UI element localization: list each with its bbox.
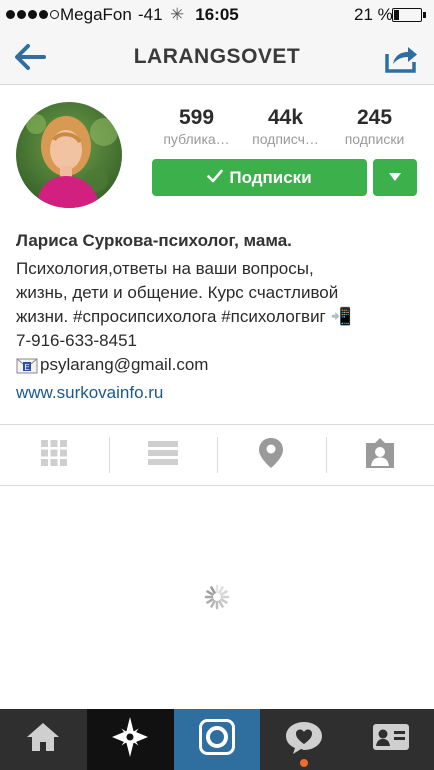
avatar[interactable] — [16, 102, 122, 208]
following-count-stat[interactable]: 245 подписки — [330, 106, 419, 148]
envelope-icon: E — [16, 357, 38, 374]
grid-icon — [41, 439, 68, 471]
following-count: 245 — [356, 106, 393, 129]
location-pin-icon — [258, 437, 284, 474]
following-label: подписки — [344, 131, 405, 147]
tab-home[interactable] — [0, 709, 87, 770]
battery-percent: 21 % — [354, 5, 393, 24]
checkmark-icon — [207, 168, 224, 188]
activity-heart-bubble-icon — [285, 720, 323, 759]
email-text[interactable]: psylarang@gmail.com — [40, 353, 208, 377]
status-bar: MegaFon -41 ✳ 16:05 21 % — [0, 0, 434, 30]
profile-full-name: Лариса Суркова-психолог, мама. — [16, 231, 292, 250]
home-icon — [26, 722, 60, 757]
profile-card-icon — [372, 723, 410, 756]
list-view-toggle[interactable] — [108, 425, 218, 485]
grid-view-toggle[interactable] — [0, 425, 109, 485]
followers-label: подписч… — [252, 131, 319, 147]
tab-explore[interactable] — [86, 709, 174, 770]
tab-activity[interactable] — [260, 709, 347, 770]
map-view-toggle[interactable] — [217, 425, 326, 485]
suggestions-dropdown-button[interactable] — [373, 159, 417, 196]
tab-camera[interactable] — [173, 709, 261, 770]
followers-count: 44k — [267, 106, 304, 129]
profile-bio: Лариса Суркова-психолог, мама. Психологи… — [16, 229, 421, 405]
list-icon — [147, 440, 178, 471]
loading-spinner-icon — [203, 583, 231, 611]
profile-stats: 599 публика… 44k подписч… 245 подписки — [152, 106, 420, 148]
bottom-tab-bar — [0, 709, 434, 770]
explore-star-icon — [110, 717, 150, 762]
posts-label: публика… — [163, 131, 230, 147]
battery-icon — [392, 8, 422, 22]
triangle-down-icon — [388, 169, 402, 187]
posts-count-stat[interactable]: 599 публика… — [152, 106, 241, 148]
nav-header: LARANGSOVET — [0, 30, 434, 85]
website-link[interactable]: www.surkovainfo.ru — [16, 381, 421, 405]
bio-text: Психология,ответы на ваши вопросы, жизнь… — [16, 259, 352, 350]
email-line: E psylarang@gmail.com — [16, 353, 421, 377]
notification-dot — [299, 759, 308, 767]
following-button[interactable]: Подписки — [152, 159, 367, 196]
profile-username-title: LARANGSOVET — [133, 45, 301, 68]
tagged-photos-toggle[interactable] — [325, 425, 434, 485]
camera-icon — [198, 719, 235, 760]
view-toggle-bar — [0, 424, 434, 486]
svg-text:E: E — [24, 363, 29, 372]
share-icon[interactable] — [384, 42, 420, 74]
following-button-label: Подписки — [229, 167, 312, 187]
posts-count: 599 — [178, 106, 215, 129]
battery-tip — [423, 12, 426, 18]
followers-count-stat[interactable]: 44k подписч… — [241, 106, 330, 148]
tab-profile[interactable] — [347, 709, 434, 770]
tagged-person-icon — [364, 437, 396, 473]
